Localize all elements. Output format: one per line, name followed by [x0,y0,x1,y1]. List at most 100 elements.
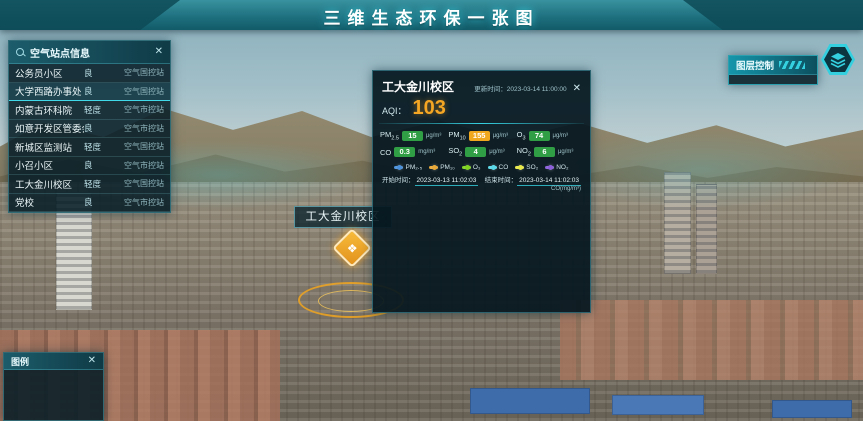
station-type: 空气国控站 [108,86,164,97]
app-window: 工大金川校区 ❖ 三维生态环保一张图 空气站点信息 ✕ 公务员小区良空气国控站大… [0,0,863,421]
page-title: 三维生态环保一张图 [0,4,863,29]
station-level: 轻度 [84,141,108,153]
close-icon[interactable]: ✕ [573,83,581,94]
station-type: 空气国控站 [108,67,164,78]
map-factory-roof [470,388,590,414]
map-legend-panel: 图例 ✕ [3,352,104,421]
pollutant-unit: μg/m³ [426,133,441,139]
marker-glyph: ❖ [347,241,358,255]
legend-dot-icon [488,166,497,169]
end-time-group: 结束时间：2023-03-14 11:02:03 [485,174,581,184]
popup-title: 工大金川校区 [382,78,454,95]
map-factory-roof [772,400,852,418]
legend-dot-icon [545,166,554,169]
station-list: 公务员小区良空气国控站大学西路办事处良空气国控站内蒙古环科院轻度空气市控站如意开… [9,64,170,212]
update-time-label: 更新时间： [474,86,507,93]
pollutant-value-badge: 0.3 [394,147,415,157]
header-bar: 三维生态环保一张图 [0,0,863,30]
legend-label: CO [499,164,509,171]
layer-control-panel: 图层控制 [728,55,818,85]
pollutant-name: PM2.5 [380,130,399,142]
pollutant-value-badge: 6 [534,147,555,157]
station-type: 空气国控站 [108,141,164,152]
hatch-decoration [779,61,805,69]
station-type: 空气国控站 [108,178,164,189]
map-factory-roof [612,395,704,415]
station-level: 良 [84,85,108,97]
pollutant-unit: μg/m³ [493,133,508,139]
chart-legend-item[interactable]: SO₂ [515,164,538,171]
station-row[interactable]: 工大金川校区轻度空气国控站 [9,175,170,194]
station-panel-header: 空气站点信息 ✕ [9,41,170,64]
chart-legend-item[interactable]: CO [488,164,509,171]
chart-legend-item[interactable]: O₃ [462,164,481,171]
station-level: 轻度 [84,178,108,190]
time-range-row: 开始时间：2023-03-13 11:02:03 结束时间：2023-03-14… [373,172,590,186]
station-type: 空气市控站 [108,123,164,134]
station-name: 公务员小区 [15,66,84,80]
station-row[interactable]: 新城区监测站轻度空气国控站 [9,138,170,157]
end-time-label: 结束时间： [485,177,518,184]
station-row[interactable]: 如意开发区管委会良空气市控站 [9,120,170,139]
legend-label: O₃ [473,164,481,171]
station-name: 党校 [15,195,84,209]
legend-dot-icon [462,166,471,169]
station-name: 内蒙古环科院 [15,103,84,117]
chart-legend-item[interactable]: PM₁₀ [429,164,455,171]
aqi-trend-chart [379,192,584,308]
legend-panel-title: 图例 [11,355,29,368]
legend-label: PM₂.₅ [405,164,422,171]
pollutant-name: PM10 [448,130,465,142]
map-building-highrise [696,184,717,274]
layer-list [729,75,817,84]
legend-panel-header: 图例 ✕ [4,353,103,370]
map-building-highrise [664,172,691,274]
layers-icon [824,47,852,72]
pollutant-value-badge: 15 [402,131,423,141]
chart-legend: PM₂.₅ PM₁₀ O₃ CO SO₂ NO₂ [373,162,590,172]
chart-legend-item[interactable]: PM₂.₅ [394,164,422,171]
close-icon[interactable]: ✕ [88,356,96,366]
pollutant-cell: NO26μg/m³ [516,144,584,160]
pollutant-value-badge: 74 [529,131,550,141]
close-icon[interactable]: ✕ [155,47,163,57]
pollutant-cell: CO0.3mg/m³ [379,144,447,160]
update-time: 更新时间：2023-03-14 11:00:00 [474,83,566,93]
station-level: 良 [84,196,108,208]
pollutant-value-badge: 155 [469,131,490,141]
pollutant-unit: μg/m³ [558,149,573,155]
layer-panel-header: 图层控制 [729,56,817,75]
aqi-label: AQI： [382,104,407,117]
station-level: 良 [84,67,108,79]
station-type: 空气市控站 [108,104,164,115]
layer-panel-title: 图层控制 [736,58,774,72]
pollutant-unit: mg/m³ [418,149,435,155]
pollutant-cell: O374μg/m³ [516,128,584,144]
station-row[interactable]: 内蒙古环科院轻度空气市控站 [9,101,170,120]
legend-dot-icon [429,166,438,169]
start-time-group: 开始时间：2023-03-13 11:02:03 [382,174,478,184]
station-level: 轻度 [84,104,108,116]
end-time-input[interactable]: 2023-03-14 11:02:03 [517,177,581,186]
station-panel-title: 空气站点信息 [30,45,90,60]
station-level: 良 [84,159,108,171]
aqi-value: 103 [413,97,446,120]
start-time-label: 开始时间： [382,177,415,184]
station-name: 工大金川校区 [15,177,84,191]
pollutant-cell: PM10 155μg/m³ [447,128,515,144]
station-level: 良 [84,122,108,134]
start-time-input[interactable]: 2023-03-13 11:02:03 [415,177,479,186]
station-row[interactable]: 小召小区良空气市控站 [9,157,170,176]
pollutant-cell: PM2.515μg/m³ [379,128,447,144]
station-name: 小召小区 [15,158,84,172]
pollutant-name: NO2 [517,146,531,158]
legend-dot-icon [394,166,403,169]
station-row[interactable]: 党校良空气市控站 [9,194,170,213]
pollutant-name: CO [380,148,391,157]
station-row[interactable]: 公务员小区良空气国控站 [9,64,170,83]
station-name: 大学西路办事处 [15,84,84,98]
station-row[interactable]: 大学西路办事处良空气国控站 [9,83,170,102]
update-time-value: 2023-03-14 11:00:00 [507,86,567,93]
chart-legend-item[interactable]: NO₂ [545,164,568,171]
search-icon[interactable] [16,48,25,57]
